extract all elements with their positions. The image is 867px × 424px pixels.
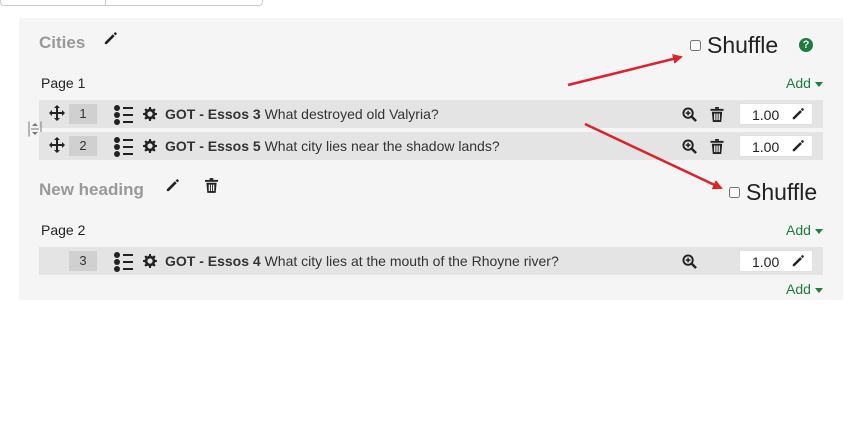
delete-trash-icon[interactable] xyxy=(710,139,724,154)
page-label: Page 2 xyxy=(41,222,86,238)
list-icon[interactable] xyxy=(113,104,135,126)
preview-zoom-icon[interactable] xyxy=(682,254,697,269)
question-slot: 3 GOT - Essos 4 What city lies at the mo… xyxy=(39,247,823,275)
add-menu-button[interactable]: Add xyxy=(786,281,823,297)
add-label: Add xyxy=(786,222,811,238)
question-name: GOT - Essos 3 xyxy=(165,106,261,122)
question-name: GOT - Essos 5 xyxy=(165,138,261,154)
question-body: What destroyed old Valyria? xyxy=(264,106,439,122)
shuffle-checkbox[interactable] xyxy=(690,40,701,51)
caret-down-icon xyxy=(814,81,823,87)
question-name: GOT - Essos 4 xyxy=(165,253,261,269)
question-body: What city lies at the mouth of the Rhoyn… xyxy=(264,253,559,269)
section-title: Cities xyxy=(39,33,86,52)
caret-down-icon xyxy=(814,228,823,234)
preview-zoom-icon[interactable] xyxy=(682,139,697,154)
shuffle-label: Shuffle xyxy=(746,179,818,205)
delete-trash-icon[interactable] xyxy=(710,107,724,122)
slot-number: 2 xyxy=(69,136,97,156)
shuffle-label: Shuffle xyxy=(707,32,779,58)
top-tabs[interactable] xyxy=(0,0,263,6)
question-text[interactable]: GOT - Essos 4 What city lies at the mout… xyxy=(165,253,559,269)
slot-number: 3 xyxy=(69,251,97,271)
edit-mark-pencil-icon[interactable] xyxy=(791,107,805,121)
max-mark-field[interactable]: 1.00 xyxy=(739,250,813,272)
gear-icon[interactable] xyxy=(143,139,157,153)
add-label: Add xyxy=(786,281,811,297)
question-body: What city lies near the shadow lands? xyxy=(264,138,500,154)
slot-number: 1 xyxy=(69,104,97,124)
shuffle-toggle[interactable]: Shuffle xyxy=(729,179,817,206)
list-icon[interactable] xyxy=(113,251,135,273)
page-label: Page 1 xyxy=(41,75,86,91)
add-menu-button[interactable]: Add xyxy=(786,222,823,238)
gear-icon[interactable] xyxy=(143,254,157,268)
edit-heading-pencil-icon[interactable] xyxy=(165,178,180,193)
max-mark-field[interactable]: 1.00 xyxy=(739,103,813,125)
gear-icon[interactable] xyxy=(143,107,157,121)
move-icon[interactable] xyxy=(49,137,65,153)
help-icon[interactable]: ? xyxy=(799,38,813,52)
edit-heading-pencil-icon[interactable] xyxy=(103,31,118,46)
caret-down-icon xyxy=(814,287,823,293)
edit-mark-pencil-icon[interactable] xyxy=(791,139,805,153)
question-text[interactable]: GOT - Essos 3 What destroyed old Valyria… xyxy=(165,106,439,122)
max-mark-value: 1.00 xyxy=(752,254,780,270)
preview-zoom-icon[interactable] xyxy=(682,107,697,122)
question-slot: 1 GOT - Essos 3 What destroyed old Valyr… xyxy=(39,100,823,128)
shuffle-toggle[interactable]: Shuffle xyxy=(690,32,778,59)
tab-divider xyxy=(105,0,106,6)
add-label: Add xyxy=(786,75,811,91)
max-mark-value: 1.00 xyxy=(752,139,780,155)
question-text[interactable]: GOT - Essos 5 What city lies near the sh… xyxy=(165,138,500,154)
edit-mark-pencil-icon[interactable] xyxy=(791,254,805,268)
max-mark-field[interactable]: 1.00 xyxy=(739,135,813,157)
move-icon[interactable] xyxy=(49,105,65,121)
list-icon[interactable] xyxy=(113,136,135,158)
max-mark-value: 1.00 xyxy=(752,107,780,123)
section-title: New heading xyxy=(39,180,144,199)
add-menu-button[interactable]: Add xyxy=(786,75,823,91)
question-slot: 2 GOT - Essos 5 What city lies near the … xyxy=(39,132,823,160)
shuffle-checkbox[interactable] xyxy=(729,187,740,198)
delete-section-trash-icon[interactable] xyxy=(205,178,218,193)
